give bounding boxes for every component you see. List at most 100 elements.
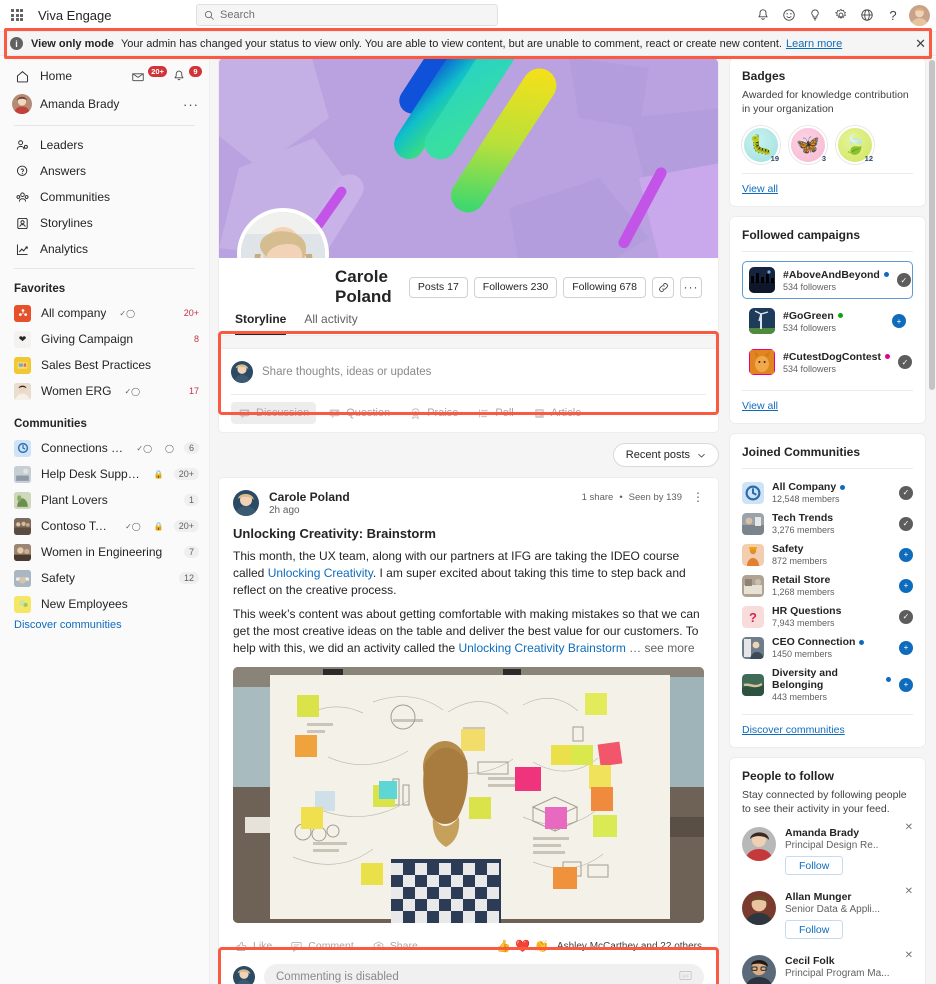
top-bar-icons: ? (750, 0, 930, 30)
sidebar-item-home[interactable]: Home 20+ 9 (0, 63, 209, 89)
share-button[interactable]: Share (372, 940, 418, 953)
feedback-smiley-icon[interactable] (776, 2, 802, 28)
tab-storyline[interactable]: Storyline (235, 312, 287, 335)
sidebar-item-sales-best-practices[interactable]: Sales Best Practices (0, 352, 209, 378)
sidebar-item-me[interactable]: Amanda Brady ··· (0, 89, 209, 119)
sidebar-item-analytics[interactable]: Analytics (0, 236, 209, 262)
composer-input-row[interactable]: Share thoughts, ideas or updates (231, 359, 706, 385)
campaign-following-check-icon[interactable]: ✓ (898, 355, 913, 369)
composer-praise-button[interactable]: Praise (402, 402, 465, 424)
avatar[interactable] (233, 490, 259, 516)
tab-all-activity[interactable]: All activity (304, 312, 357, 335)
leaf-badge[interactable]: 🍃 12 (836, 126, 874, 164)
post-more-icon[interactable]: ⋮ (692, 490, 704, 504)
joined-community-row[interactable]: CEO Connection 1450 members + (742, 633, 913, 662)
campaign-row[interactable]: #CutestDogContest 534 followers ✓ (742, 343, 913, 381)
caterpillar-badge[interactable]: 🐛 19 (742, 126, 780, 164)
campaign-following-check-icon[interactable]: ✓ (896, 273, 911, 287)
sidebar-item-storylines[interactable]: Storylines (0, 210, 209, 236)
post-whiteboard-photo[interactable] (233, 667, 704, 923)
person-name[interactable]: Cecil Folk (785, 955, 889, 967)
post-reactions[interactable]: 👍 ❤️ 👏 Ashley McCarthey and 22 others (496, 939, 702, 953)
post-inline-link[interactable]: Unlocking Creativity Brainstorm (458, 641, 625, 655)
joined-discover-link[interactable]: Discover communities (742, 724, 913, 736)
search-input[interactable]: Search (196, 4, 498, 26)
app-brand-title[interactable]: Viva Engage (38, 8, 112, 23)
community-members: 12,548 members (772, 494, 840, 504)
butterfly-badge[interactable]: 🦋 3 (789, 126, 827, 164)
sidebar-item-answers[interactable]: Answers (0, 158, 209, 184)
link-icon[interactable] (652, 276, 674, 298)
joined-plus-icon[interactable]: + (899, 578, 913, 593)
joined-check-icon[interactable]: ✓ (899, 609, 913, 624)
joined-community-row[interactable]: Safety 872 members + (742, 540, 913, 569)
composer-poll-button[interactable]: Poll (470, 402, 520, 424)
globe-language-icon[interactable] (854, 2, 880, 28)
campaign-row[interactable]: #AboveAndBeyond 534 followers ✓ (742, 261, 913, 299)
sidebar-item-all-company[interactable]: All company ✓◯ 20+ (0, 300, 209, 326)
joined-community-row[interactable]: All Company 12,548 members ✓ (742, 478, 913, 507)
stat-followers[interactable]: Followers 230 (473, 276, 558, 298)
sidebar-item-new-employees[interactable]: New Employees (0, 591, 209, 617)
joined-check-icon[interactable]: ✓ (899, 485, 913, 500)
avatar[interactable] (742, 955, 776, 984)
like-button[interactable]: Like (235, 940, 272, 953)
post-author[interactable]: Carole Poland (269, 490, 350, 504)
sidebar-item-communities[interactable]: Communities (0, 184, 209, 210)
close-icon[interactable]: ✕ (905, 822, 913, 833)
joined-community-row[interactable]: ? HR Questions 7,943 members ✓ (742, 602, 913, 631)
sidebar-item-women-in-engineering[interactable]: Women in Engineering 7 (0, 539, 209, 565)
bell-icon[interactable] (750, 2, 776, 28)
close-icon[interactable]: ✕ (905, 886, 913, 897)
sidebar-item-plant-lovers[interactable]: Plant Lovers 1 (0, 487, 209, 513)
more-options-icon[interactable]: ··· (680, 276, 702, 298)
see-more-link[interactable]: … see more (626, 641, 694, 655)
sidebar-item-safety[interactable]: Safety 12 (0, 565, 209, 591)
close-icon[interactable]: ✕ (915, 36, 926, 52)
lightbulb-idea-icon[interactable] (802, 2, 828, 28)
joined-check-icon[interactable]: ✓ (899, 516, 913, 531)
sidebar-item-women-erg[interactable]: Women ERG ✓◯ 17 (0, 378, 209, 404)
stat-posts[interactable]: Posts 17 (408, 276, 468, 298)
joined-plus-icon[interactable]: + (899, 677, 913, 692)
sidebar-item-giving-campaign[interactable]: ❤ Giving Campaign 8 (0, 326, 209, 352)
sidebar-item-connections-wfh[interactable]: Connections WFH ✓◯ ◯ 6 (0, 435, 209, 461)
sidebar-item-contoso-team-ux[interactable]: Contoso Team UX (Desig... ✓◯ 🔒 20+ (0, 513, 209, 539)
page-scrollbar-thumb[interactable] (929, 60, 935, 390)
composer-question-button[interactable]: ? Question (321, 402, 397, 424)
joined-community-row[interactable]: Diversity and Belonging 443 members + (742, 664, 913, 705)
post-inline-link[interactable]: Unlocking Creativity (268, 566, 373, 580)
follow-button[interactable]: Follow (785, 920, 844, 939)
avatar[interactable] (742, 891, 776, 925)
joined-community-row[interactable]: Retail Store 1,268 members + (742, 571, 913, 600)
composer-discussion-button[interactable]: Discussion (231, 402, 317, 424)
badges-view-all-link[interactable]: View all (742, 183, 913, 195)
settings-gear-icon[interactable] (828, 2, 854, 28)
unread-count: 7 (183, 546, 199, 558)
composer-article-button[interactable]: Article (526, 402, 589, 424)
sidebar-item-leaders[interactable]: Leaders (0, 132, 209, 158)
more-options-icon[interactable]: ··· (183, 97, 199, 112)
inbox-badge-wrap[interactable]: 20+ (131, 65, 167, 83)
help-question-icon[interactable]: ? (880, 2, 906, 28)
notif-badge-wrap[interactable]: 9 (172, 65, 202, 83)
person-name[interactable]: Allan Munger (785, 891, 880, 903)
app-launcher-icon[interactable] (0, 9, 34, 21)
banner-learn-more-link[interactable]: Learn more (786, 38, 842, 50)
joined-plus-icon[interactable]: + (899, 640, 913, 655)
person-name[interactable]: Amanda Brady (785, 827, 878, 839)
joined-community-row[interactable]: Tech Trends 3,276 members ✓ (742, 509, 913, 538)
follow-button[interactable]: Follow (785, 856, 844, 875)
close-icon[interactable]: ✕ (905, 950, 913, 961)
unread-count: 17 (188, 386, 199, 396)
sidebar-item-help-desk-support[interactable]: Help Desk Support 🔒 20+ (0, 461, 209, 487)
feed-sort-button[interactable]: Recent posts (612, 443, 719, 467)
stat-following[interactable]: Following 678 (563, 276, 646, 298)
avatar[interactable] (742, 827, 776, 861)
campaign-follow-plus-icon[interactable]: + (892, 314, 906, 328)
campaigns-view-all-link[interactable]: View all (742, 400, 913, 412)
comment-button[interactable]: Comment (290, 940, 354, 953)
joined-plus-icon[interactable]: + (899, 547, 913, 562)
user-avatar[interactable] (909, 4, 930, 26)
campaign-row[interactable]: #GoGreen 534 followers + (742, 302, 913, 340)
